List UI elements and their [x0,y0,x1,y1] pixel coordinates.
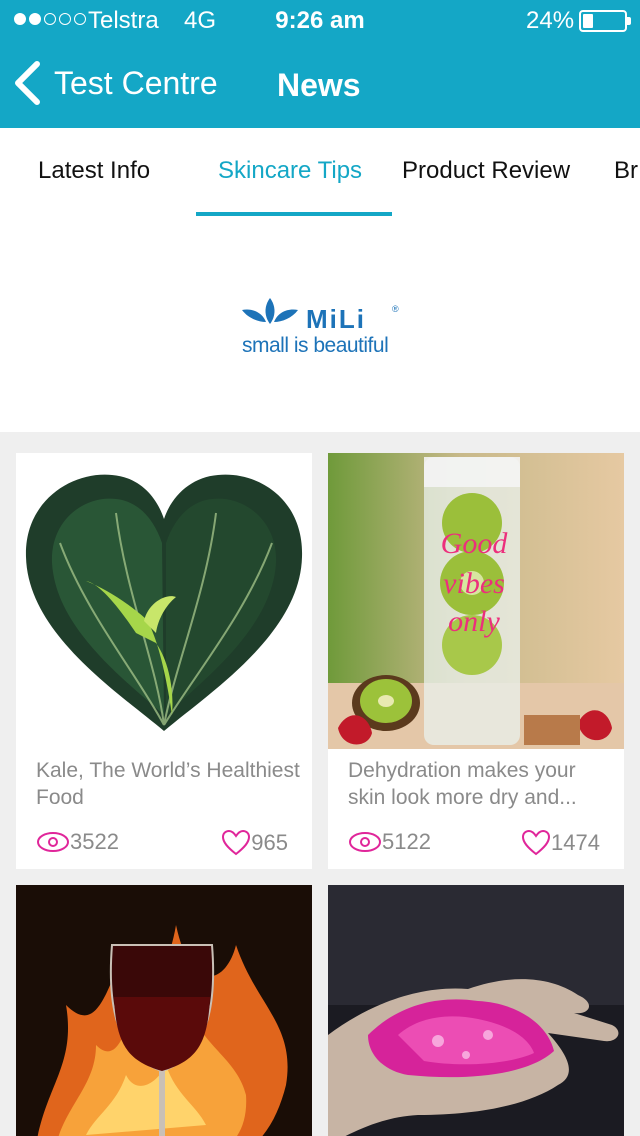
like-count-value: 1474 [551,830,600,855]
eye-icon [37,832,69,852]
article-card[interactable]: Kale, The World’s Healthiest Food 3522 9… [16,453,312,869]
app-header: Telstra 4G 9:26 am 24% Test Centre News [0,0,640,128]
svg-text:vibes: vibes [443,567,505,600]
chevron-left-icon [15,61,40,105]
like-count-value: 965 [251,830,288,855]
svg-text:Good: Good [441,527,509,560]
battery-icon [579,10,631,32]
tab-latest-info[interactable]: Latest Info [38,157,150,185]
registered-mark: ® [392,304,399,314]
battery-terminal [627,17,631,25]
view-count: 5122 [348,829,431,855]
tab-overflow[interactable]: Br [614,157,638,185]
svg-text:only: only [448,605,500,638]
lotus-logo-icon [242,298,298,324]
brand-banner[interactable]: MiLi ® small is beautiful [0,216,640,432]
battery-percentage: 24% [526,7,575,34]
article-image-kale-heart [16,453,312,749]
view-count: 3522 [36,829,119,855]
view-count-value: 3522 [70,829,119,854]
article-image-wine-glass-fire [16,885,312,1136]
like-count[interactable]: 965 [221,829,288,857]
category-tabs: Latest Info Skincare Tips Product Review… [0,128,640,216]
brand-logo: MiLi ® small is beautiful [240,292,400,362]
battery-level-fill [583,14,593,28]
article-image-pink-powder-hand [328,885,624,1136]
brand-tagline: small is beautiful [242,334,389,357]
article-title: Kale, The World’s Healthiest Food [36,759,300,809]
back-button-label: Test Centre [54,64,218,101]
heart-icon [222,829,251,856]
page-title: News [277,67,361,103]
heart-icon [522,829,551,856]
status-bar: Telstra 4G 9:26 am 24% [0,0,640,40]
article-card[interactable] [16,885,312,1136]
navigation-bar: Test Centre News [0,40,640,128]
brand-wordmark: MiLi [306,304,366,334]
back-button[interactable]: Test Centre [12,60,218,106]
view-count-value: 5122 [382,829,431,854]
eye-icon [349,832,381,852]
like-count[interactable]: 1474 [521,829,600,857]
tab-skincare-tips[interactable]: Skincare Tips [218,157,362,185]
article-image-infuser-bottle: Good vibes only [328,453,624,749]
article-card[interactable] [328,885,624,1136]
article-card[interactable]: Good vibes only Dehydration makes your s… [328,453,624,869]
tab-product-review[interactable]: Product Review [402,157,570,185]
article-title: Dehydration makes your skin look more dr… [348,759,577,809]
